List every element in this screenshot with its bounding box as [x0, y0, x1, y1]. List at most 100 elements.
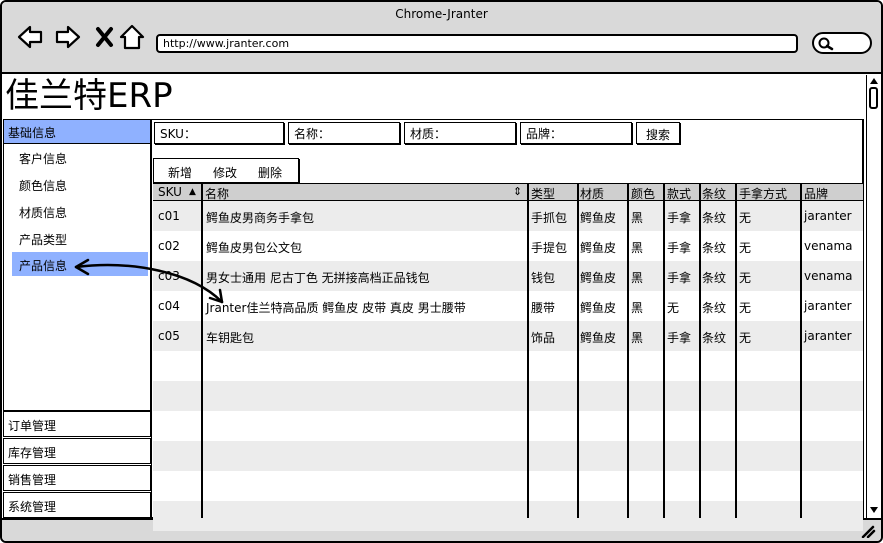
cell-color: 黑	[631, 301, 644, 315]
cell-color: 黑	[631, 241, 644, 255]
table-empty-row	[153, 411, 863, 441]
cell-carry: 无	[739, 331, 752, 345]
table-row[interactable]: c05 车钥匙包 饰品 鳄鱼皮黑 手拿 条纹无 jaranter	[153, 321, 863, 351]
column-divider	[800, 184, 802, 518]
column-header-brand[interactable]: 品牌	[804, 185, 828, 202]
column-divider	[663, 184, 665, 518]
column-header-type[interactable]: 类型	[531, 185, 555, 202]
cell-stripe: 条纹	[702, 331, 727, 345]
column-divider	[201, 184, 203, 518]
cell-color: 黑	[631, 211, 644, 225]
cell-name: 车钥匙包	[206, 331, 255, 345]
home-icon[interactable]	[118, 24, 146, 50]
browser-window: Chrome-Jranter http://www.jranter.com 佳兰…	[0, 0, 883, 543]
scrollbar-thumb[interactable]	[869, 87, 878, 109]
main-panel: SKU： 名称： 材质： 品牌： 搜索 新增 修改 删除 SKU ▲ 名称 ⇕ …	[151, 119, 864, 531]
cell-carry: 无	[739, 211, 752, 225]
table-empty-row	[153, 471, 863, 501]
sidebar-item-customer-info[interactable]: 客户信息	[4, 144, 150, 171]
cell-brand: jaranter	[804, 329, 852, 343]
forward-arrow-icon[interactable]	[54, 24, 82, 50]
cell-material: 鳄鱼皮	[580, 301, 617, 315]
column-header-sku[interactable]: SKU	[158, 185, 182, 199]
browser-search-field[interactable]	[812, 32, 872, 54]
menu-order-management[interactable]: 订单管理	[3, 411, 151, 437]
cell-name: Jranter佳兰特高品质 鳄鱼皮 皮带 真皮 男士腰带	[206, 301, 466, 315]
menu-inventory-management[interactable]: 库存管理	[3, 438, 151, 464]
column-divider	[527, 184, 529, 518]
window-title: Chrome-Jranter	[395, 7, 488, 21]
cell-name: 鳄鱼皮男商务手拿包	[206, 211, 315, 225]
cell-stripe: 条纹	[702, 241, 727, 255]
menu-system-management[interactable]: 系统管理	[3, 492, 151, 518]
column-divider	[577, 184, 579, 518]
cell-material: 鳄鱼皮	[580, 331, 617, 345]
search-button[interactable]: 搜索	[636, 122, 680, 144]
cell-stripe: 条纹	[702, 301, 727, 315]
page-scrollbar[interactable]	[866, 75, 881, 518]
close-x-icon[interactable]	[92, 24, 120, 50]
sidebar-item-color-info[interactable]: 颜色信息	[4, 171, 150, 198]
table-row[interactable]: c01 鳄鱼皮男商务手拿包 手抓包 鳄鱼皮黑 手拿 条纹无 jaranter	[153, 201, 863, 231]
cell-stripe: 条纹	[702, 211, 727, 225]
cell-brand: venama	[804, 239, 853, 253]
add-button[interactable]: 新增	[168, 164, 192, 181]
cell-type: 手提包	[531, 241, 568, 255]
table-row[interactable]: c02 鳄鱼皮男包公文包 手提包 鳄鱼皮黑手拿 条纹无 venama	[153, 231, 863, 261]
cell-type: 钱包	[531, 271, 556, 285]
table-empty-row	[153, 351, 863, 381]
sku-filter-field[interactable]: SKU：	[154, 122, 284, 144]
crud-toolbar: 新增 修改 删除	[153, 158, 299, 183]
column-header-color[interactable]: 颜色	[631, 185, 655, 202]
cell-carry: 无	[739, 301, 752, 315]
cell-carry: 无	[739, 241, 752, 255]
cell-material: 鳄鱼皮	[580, 271, 617, 285]
edit-button[interactable]: 修改	[213, 164, 237, 181]
delete-button[interactable]: 删除	[258, 164, 282, 181]
menu-sales-management[interactable]: 销售管理	[3, 465, 151, 491]
cell-material: 鳄鱼皮	[580, 241, 617, 255]
cell-carry: 无	[739, 271, 752, 285]
column-header-carry[interactable]: 手拿方式	[739, 185, 787, 202]
cell-type: 腰带	[531, 301, 556, 315]
cell-brand: venama	[804, 269, 853, 283]
url-text: http://www.jranter.com	[163, 37, 290, 50]
brand-filter-field[interactable]: 品牌：	[520, 122, 632, 144]
material-filter-field[interactable]: 材质：	[404, 122, 516, 144]
magnifier-icon	[818, 37, 834, 51]
table-header: SKU ▲ 名称 ⇕ 类型 材质 颜色 款式 条纹 手拿方式 品牌	[153, 184, 863, 201]
cell-sku: c05	[158, 329, 180, 343]
sort-ascending-icon[interactable]: ▲	[189, 187, 196, 197]
browser-chrome: Chrome-Jranter http://www.jranter.com	[2, 2, 881, 74]
column-header-name[interactable]: 名称	[205, 185, 229, 202]
sidebar-item-material-info[interactable]: 材质信息	[4, 198, 150, 225]
back-arrow-icon[interactable]	[16, 24, 44, 50]
table-row[interactable]: c03 男女士通用 尼古丁色 无拼接高档正品钱包 钱包 鳄鱼皮黑手拿 条纹无 venama	[153, 261, 863, 291]
sort-toggle-icon[interactable]: ⇕	[513, 185, 522, 198]
table-row[interactable]: c04 Jranter佳兰特高品质 鳄鱼皮 皮带 真皮 男士腰带 腰带 鳄鱼皮黑无条纹…	[153, 291, 863, 321]
cell-sku: c01	[158, 209, 180, 223]
column-divider	[735, 184, 737, 518]
sidebar-item-product-type[interactable]: 产品类型	[4, 225, 150, 252]
sidebar-section-basic-info[interactable]: 基础信息	[4, 120, 150, 144]
column-divider	[627, 184, 629, 518]
cell-type: 手抓包	[531, 211, 568, 225]
cell-style: 手拿	[667, 241, 692, 255]
cell-style: 手拿	[667, 271, 692, 285]
cell-sku: c02	[158, 239, 180, 253]
scroll-down-arrow-icon[interactable]	[868, 505, 880, 515]
column-header-style[interactable]: 款式	[667, 185, 691, 202]
cell-brand: jaranter	[804, 299, 852, 313]
column-header-stripe[interactable]: 条纹	[702, 185, 726, 202]
cell-brand: jaranter	[804, 209, 852, 223]
cell-color: 黑	[631, 331, 644, 345]
cell-stripe: 条纹	[702, 271, 727, 285]
table-empty-row	[153, 501, 863, 531]
cell-style: 无	[667, 301, 680, 315]
scroll-up-arrow-icon[interactable]	[868, 76, 880, 86]
name-filter-field[interactable]: 名称：	[288, 122, 400, 144]
cell-color: 黑	[631, 271, 644, 285]
column-header-material[interactable]: 材质	[580, 185, 604, 202]
address-bar[interactable]: http://www.jranter.com	[156, 34, 798, 53]
cell-type: 饰品	[531, 331, 556, 345]
